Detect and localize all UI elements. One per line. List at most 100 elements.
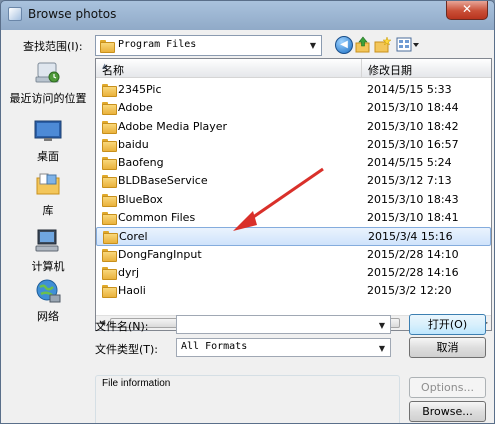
- close-button[interactable]: ✕: [446, 1, 488, 20]
- place-computer[interactable]: 计算机: [6, 226, 90, 278]
- up-folder-button[interactable]: [355, 36, 371, 54]
- cancel-button[interactable]: 取消: [409, 337, 486, 358]
- folder-icon: [102, 193, 117, 207]
- file-name: DongFangInput: [118, 247, 202, 261]
- file-name: Common Files: [118, 211, 196, 225]
- libraries-icon: [36, 173, 60, 195]
- folder-icon: [102, 84, 117, 97]
- file-date: 2015/3/10 16:57: [367, 137, 459, 151]
- file-name: Adobe Media Player: [118, 119, 228, 133]
- folder-icon: [102, 157, 117, 171]
- recent-places-icon: [35, 62, 60, 83]
- title-bar[interactable]: Browse photos ✕: [1, 1, 494, 29]
- back-button[interactable]: ◀: [335, 36, 353, 54]
- chevron-down-icon[interactable]: ▼: [374, 316, 390, 335]
- window-title: Browse photos: [28, 7, 117, 21]
- up-folder-icon: [355, 36, 370, 53]
- browse-button[interactable]: Browse...: [409, 401, 486, 422]
- dialog-body: 查找范围(I): Program Files ▼ ◀ 最近访问的位置 桌面 库 …: [1, 30, 494, 423]
- view-menu-button[interactable]: [396, 36, 420, 54]
- folder-icon: [103, 231, 118, 245]
- file-row[interactable]: Baofeng 2014/5/15 5:24: [96, 154, 491, 172]
- folder-icon: [102, 285, 117, 299]
- column-name-header[interactable]: ▲ 名称: [96, 59, 362, 78]
- computer-icon: [35, 229, 59, 252]
- file-date: 2015/3/10 18:44: [367, 101, 459, 115]
- folder-icon: [102, 266, 117, 280]
- column-name-label: 名称: [102, 64, 124, 77]
- open-button[interactable]: 打开(O): [409, 314, 486, 335]
- file-row[interactable]: Adobe Media Player 2015/3/10 18:42: [96, 118, 491, 136]
- file-date: 2015/2/28 14:10: [367, 247, 459, 261]
- file-date: 2015/3/10 18:43: [367, 192, 459, 206]
- filename-label: 文件名(N):: [95, 320, 149, 333]
- file-name: Haoli: [118, 284, 146, 298]
- file-date: 2015/3/10 18:42: [367, 119, 459, 133]
- file-row[interactable]: Common Files 2015/3/10 18:41: [96, 209, 491, 227]
- place-label: 最近访问的位置: [9, 92, 87, 105]
- file-rows: 2345Pic 2014/5/15 5:33 Adobe 2015/3/10 18:4…: [96, 81, 491, 301]
- file-row[interactable]: DongFangInput 2015/2/28 14:10: [96, 246, 491, 264]
- filetype-label: 文件类型(T):: [95, 343, 159, 356]
- new-folder-button[interactable]: [374, 36, 392, 54]
- file-date: 2014/5/15 5:33: [367, 83, 452, 96]
- file-name: Corel: [119, 230, 148, 244]
- file-row[interactable]: 2345Pic 2014/5/15 5:33: [96, 81, 491, 99]
- file-name: baidu: [118, 137, 149, 151]
- file-name: Adobe: [118, 101, 153, 115]
- chevron-down-icon[interactable]: ▼: [374, 339, 390, 358]
- app-icon: [8, 7, 22, 21]
- place-desktop[interactable]: 桌面: [6, 116, 90, 168]
- file-list[interactable]: ▲ 名称 修改日期 2345Pic 2014/5/15 5:33 Adobe 2015…: [95, 58, 492, 331]
- place-recent[interactable]: 最近访问的位置: [6, 58, 90, 110]
- new-folder-icon: [374, 36, 392, 53]
- file-row[interactable]: Corel 2015/3/4 15:16: [96, 227, 491, 246]
- place-libraries[interactable]: 库: [6, 170, 90, 222]
- place-network[interactable]: 网络: [6, 276, 90, 328]
- file-information-group: File information: [95, 375, 400, 423]
- look-in-combo[interactable]: Program Files ▼: [95, 35, 322, 56]
- file-name: Baofeng: [118, 156, 164, 170]
- file-date: 2015/3/12 7:13: [367, 174, 452, 188]
- folder-icon: [100, 40, 115, 53]
- column-header: ▲ 名称 修改日期: [96, 59, 491, 78]
- filetype-value: All Formats: [181, 341, 248, 352]
- file-row[interactable]: Adobe 2015/3/10 18:44: [96, 99, 491, 117]
- places-bar: 最近访问的位置 桌面 库 计算机 网络: [6, 58, 90, 328]
- file-date: 2015/2/28 14:16: [367, 265, 459, 279]
- folder-icon: [102, 248, 117, 262]
- file-name: 2345Pic: [118, 83, 162, 96]
- file-row[interactable]: dyrj 2015/2/28 14:16: [96, 264, 491, 282]
- file-name: BLDBaseService: [118, 174, 208, 188]
- column-date-label: 修改日期: [368, 64, 412, 77]
- folder-icon: [102, 138, 117, 152]
- browse-photos-dialog: Browse photos ✕ 查找范围(I): Program Files ▼…: [0, 0, 495, 424]
- file-row[interactable]: Haoli 2015/3/2 12:20: [96, 282, 491, 300]
- place-label: 桌面: [37, 150, 59, 163]
- filename-input[interactable]: ▼: [176, 315, 391, 334]
- options-button[interactable]: Options...: [409, 377, 486, 398]
- folder-icon: [102, 102, 117, 116]
- filetype-combo[interactable]: All Formats ▼: [176, 338, 391, 357]
- desktop-icon: [34, 120, 62, 141]
- file-name: dyrj: [118, 265, 140, 279]
- file-date: 2015/3/2 12:20: [367, 284, 452, 298]
- folder-icon: [102, 120, 117, 134]
- place-label: 计算机: [31, 260, 65, 273]
- column-date-header[interactable]: 修改日期: [362, 59, 491, 78]
- folder-icon: [102, 175, 117, 189]
- file-date: 2014/5/15 5:24: [367, 156, 452, 170]
- chevron-down-icon[interactable]: ▼: [305, 36, 321, 55]
- file-row[interactable]: BLDBaseService 2015/3/12 7:13: [96, 172, 491, 190]
- folder-icon: [102, 212, 117, 226]
- file-date: 2015/3/10 18:41: [367, 211, 459, 225]
- file-row[interactable]: baidu 2015/3/10 16:57: [96, 136, 491, 154]
- look-in-value: Program Files: [118, 39, 197, 50]
- file-row[interactable]: BlueBox 2015/3/10 18:43: [96, 191, 491, 209]
- look-in-label: 查找范围(I):: [23, 40, 83, 53]
- arrow-left-icon: ◀: [340, 39, 348, 50]
- view-grid-icon: [396, 37, 419, 52]
- file-name: BlueBox: [118, 192, 163, 206]
- place-label: 网络: [37, 310, 59, 323]
- file-date: 2015/3/4 15:16: [368, 230, 453, 244]
